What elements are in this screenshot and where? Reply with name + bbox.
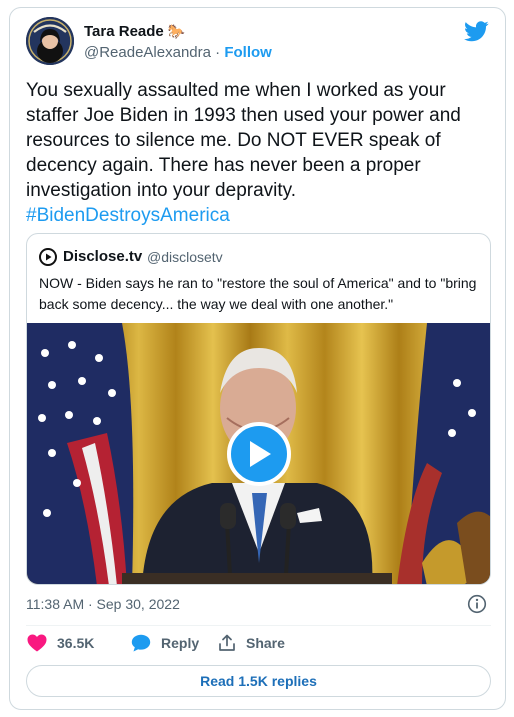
tweet-text: You sexually assaulted me when I worked … (26, 78, 494, 228)
timestamp[interactable]: 11:38 AM · Sep 30, 2022 (26, 596, 180, 612)
share-button[interactable]: Share (218, 634, 285, 652)
read-replies-label: Read 1.5K replies (200, 673, 317, 689)
reply-button[interactable]: Reply (131, 634, 199, 652)
disclose-logo-icon (39, 248, 57, 266)
like-button[interactable]: 36.5K (27, 634, 94, 652)
avatar-image (26, 17, 74, 65)
share-icon (219, 634, 235, 651)
info-icon[interactable] (467, 594, 487, 614)
play-icon (250, 441, 271, 467)
play-button[interactable] (227, 422, 291, 486)
reply-bubble-icon (131, 634, 151, 652)
heart-icon (27, 634, 47, 652)
reply-label: Reply (161, 635, 200, 651)
quoted-author-handle: @disclosetv (147, 249, 223, 265)
handle-line: @ReadeAlexandra · Follow (84, 44, 272, 61)
follow-button[interactable]: Follow (224, 44, 272, 61)
author-handle[interactable]: @ReadeAlexandra (84, 44, 211, 61)
tweet-body: You sexually assaulted me when I worked … (26, 80, 461, 201)
read-replies-button[interactable]: Read 1.5K replies (26, 665, 491, 697)
hashtag-link[interactable]: #BidenDestroysAmerica (26, 203, 494, 228)
share-label: Share (246, 635, 285, 651)
horse-emoji: 🐎 (167, 23, 186, 39)
avatar[interactable] (26, 17, 74, 65)
author-name-text: Tara Reade (84, 23, 164, 40)
video-thumbnail[interactable] (27, 323, 490, 584)
separator: · (215, 44, 221, 61)
quoted-author-name: Disclose.tv (63, 248, 143, 265)
author-name[interactable]: Tara Reade 🐎 (84, 23, 185, 40)
like-count: 36.5K (57, 635, 95, 651)
quoted-text: NOW - Biden says he ran to "restore the … (39, 275, 477, 312)
tweet-card: Tara Reade 🐎 @ReadeAlexandra · Follow You… (9, 7, 506, 710)
quoted-tweet[interactable]: Disclose.tv @disclosetv NOW - Biden says… (26, 233, 491, 585)
divider (26, 625, 491, 626)
twitter-bird-icon[interactable] (464, 21, 489, 42)
